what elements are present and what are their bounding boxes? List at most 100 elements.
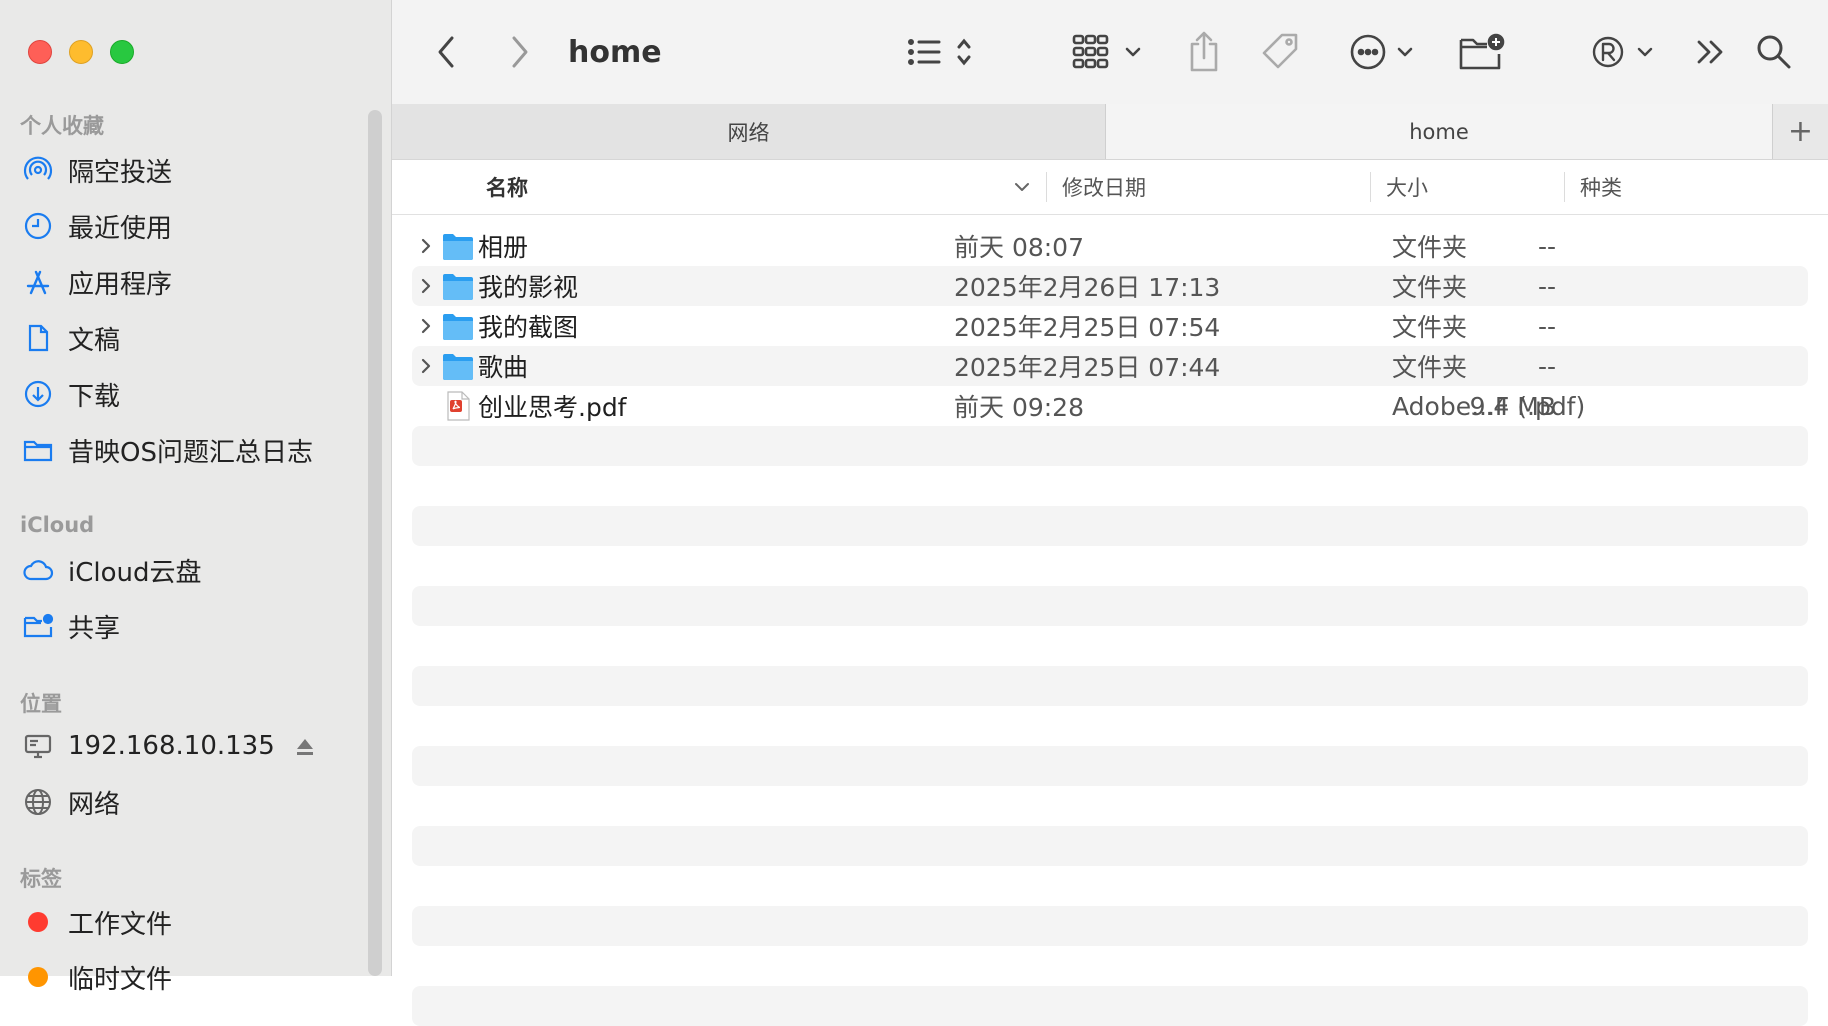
disclosure-chevron-icon[interactable] — [416, 316, 436, 336]
table-row[interactable]: 相册 前天 08:07 -- 文件夹 — [412, 226, 1808, 266]
sidebar-item-shared[interactable]: 共享 — [22, 604, 342, 648]
column-header: 名称 修改日期 大小 种类 — [392, 160, 1828, 215]
sidebar-item-label: 共享 — [68, 613, 121, 644]
chevron-right-icon — [512, 36, 528, 68]
search-button[interactable] — [1754, 30, 1794, 74]
file-size: -- — [1537, 271, 1556, 301]
toolbar: home — [392, 0, 1828, 105]
sidebar-item-downloads[interactable]: 下载 — [22, 372, 342, 416]
folder-icon — [443, 274, 473, 300]
sidebar-item-custom-folder[interactable]: 昔映OS问题汇总日志 — [22, 428, 342, 472]
column-size[interactable]: 大小 — [1386, 160, 1428, 214]
file-name: 相册 — [478, 233, 529, 262]
list-view-icon — [908, 38, 971, 66]
empty-row — [412, 706, 1808, 746]
airdrop-icon — [23, 156, 53, 180]
disclosure-chevron-icon[interactable] — [416, 356, 436, 376]
search-icon — [1757, 35, 1791, 69]
registered-button[interactable] — [1592, 30, 1658, 74]
empty-row — [412, 746, 1808, 786]
empty-row — [412, 946, 1808, 986]
share-icon — [1190, 31, 1218, 72]
back-button[interactable] — [434, 30, 460, 74]
empty-row — [412, 586, 1808, 626]
folder-icon — [443, 234, 473, 260]
sidebar-item-applications[interactable]: 应用程序 — [22, 260, 342, 304]
file-kind: 文件夹 — [1392, 233, 1468, 262]
sidebar-scrollbar[interactable] — [368, 110, 382, 976]
table-row[interactable]: 歌曲 2025年2月25日 07:44 -- 文件夹 — [412, 346, 1808, 386]
empty-row — [412, 986, 1808, 1026]
file-kind: 文件夹 — [1392, 353, 1468, 382]
forward-button[interactable] — [506, 30, 532, 74]
sidebar-item-recents[interactable]: 最近使用 — [22, 204, 342, 248]
sidebar-header-favorites: 个人收藏 — [20, 114, 104, 138]
group-button[interactable] — [1072, 30, 1148, 74]
file-date: 2025年2月25日 07:44 — [954, 353, 1221, 382]
sidebar-item-label: 文稿 — [68, 325, 121, 356]
file-kind: 文件夹 — [1392, 273, 1468, 302]
column-divider[interactable] — [1046, 172, 1047, 202]
sidebar-item-label: 工作文件 — [68, 909, 173, 940]
new-folder-icon — [1459, 33, 1505, 70]
sidebar-item-label: 应用程序 — [68, 269, 173, 300]
sidebar-item-documents[interactable]: 文稿 — [22, 316, 342, 360]
empty-row — [412, 626, 1808, 666]
file-name: 创业思考.pdf — [478, 393, 627, 422]
column-divider[interactable] — [1564, 172, 1565, 202]
file-date: 前天 09:28 — [954, 393, 1084, 422]
tab-label: 网络 — [727, 120, 770, 145]
new-folder-button[interactable] — [1458, 30, 1506, 74]
tab-network[interactable]: 网络 — [392, 104, 1106, 159]
file-kind: Adobe...F (.pdf) — [1392, 391, 1586, 421]
column-kind[interactable]: 种类 — [1580, 160, 1622, 214]
sidebar-item-airdrop[interactable]: 隔空投送 — [22, 148, 342, 192]
new-tab-button[interactable]: + — [1772, 104, 1828, 159]
sidebar-item-icloud-drive[interactable]: iCloud云盘 — [22, 548, 342, 592]
table-row[interactable]: 我的影视 2025年2月26日 17:13 -- 文件夹 — [412, 266, 1808, 306]
eject-icon[interactable] — [294, 736, 316, 758]
tab-label: home — [1409, 119, 1469, 144]
sidebar-item-tag-temp[interactable]: 临时文件 — [22, 955, 342, 999]
zoom-button[interactable] — [110, 40, 134, 64]
sidebar-item-label: 昔映OS问题汇总日志 — [68, 437, 313, 468]
disclosure-chevron-icon[interactable] — [416, 236, 436, 256]
sort-chevron-down-icon[interactable] — [1012, 177, 1032, 197]
folder-icon — [443, 314, 473, 340]
tab-home[interactable]: home — [1106, 104, 1772, 159]
table-row[interactable]: 我的截图 2025年2月25日 07:54 -- 文件夹 — [412, 306, 1808, 346]
file-date: 2025年2月25日 07:54 — [954, 313, 1221, 342]
sidebar-item-label: 网络 — [68, 789, 121, 820]
column-name[interactable]: 名称 — [486, 160, 528, 214]
sidebar-item-label: 最近使用 — [68, 213, 173, 244]
overflow-button[interactable] — [1694, 30, 1728, 74]
sidebar-header-tags: 标签 — [20, 867, 62, 891]
tag-icon — [1262, 33, 1298, 69]
file-list: 相册 前天 08:07 -- 文件夹 我的影视 2025年2月26日 17:13… — [412, 226, 1808, 1026]
cloud-icon — [23, 560, 54, 581]
pdf-file-icon — [447, 391, 470, 421]
double-chevron-right-icon — [1697, 40, 1723, 64]
file-size: -- — [1537, 351, 1556, 381]
window-title: home — [568, 34, 662, 70]
sidebar-item-label: iCloud云盘 — [68, 557, 202, 588]
registered-icon — [1592, 36, 1653, 68]
sidebar-item-network[interactable]: 网络 — [22, 780, 342, 824]
folder-icon — [23, 440, 53, 462]
file-date: 前天 08:07 — [954, 233, 1084, 262]
close-button[interactable] — [28, 40, 52, 64]
tag-button[interactable] — [1260, 30, 1302, 74]
share-button[interactable] — [1186, 30, 1222, 74]
view-mode-button[interactable] — [906, 30, 976, 74]
minimize-button[interactable] — [69, 40, 93, 64]
disclosure-chevron-icon[interactable] — [416, 276, 436, 296]
orange-tag-dot-icon — [28, 967, 48, 987]
column-date[interactable]: 修改日期 — [1062, 160, 1146, 214]
sidebar-item-label: 192.168.10.135 — [68, 731, 275, 761]
sidebar-item-tag-work[interactable]: 工作文件 — [22, 900, 342, 944]
more-actions-button[interactable] — [1348, 30, 1418, 74]
column-divider[interactable] — [1370, 172, 1371, 202]
table-row[interactable]: 创业思考.pdf 前天 09:28 9.4 MB Adobe...F (.pdf… — [412, 386, 1808, 426]
empty-row — [412, 666, 1808, 706]
ellipsis-circle-icon — [1350, 34, 1413, 70]
